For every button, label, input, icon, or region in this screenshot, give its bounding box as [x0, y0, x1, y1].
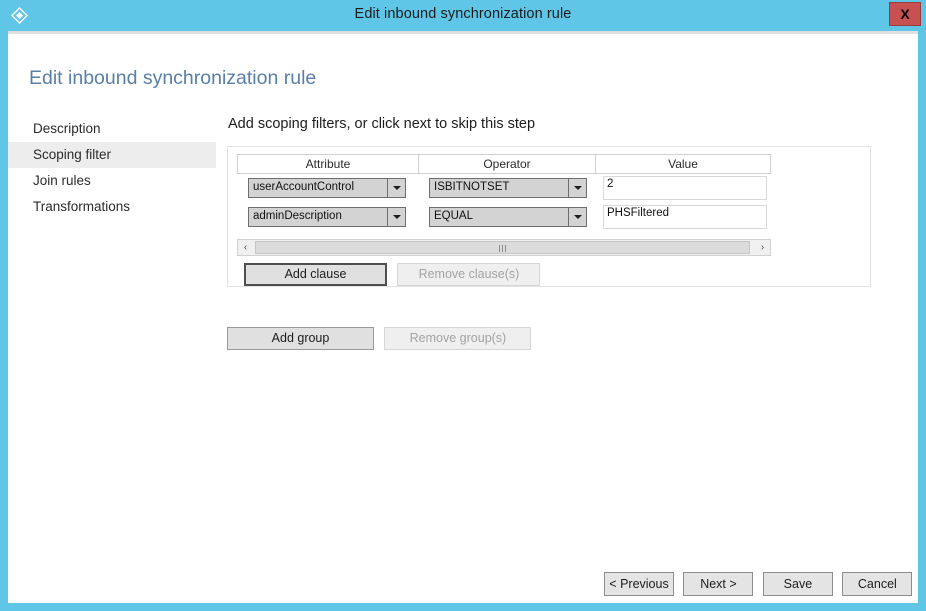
- add-group-button[interactable]: Add group: [227, 327, 374, 350]
- remove-clause-button: Remove clause(s): [397, 263, 541, 286]
- scroll-left-icon[interactable]: ‹: [238, 240, 253, 255]
- sidebar-item-label: Scoping filter: [33, 147, 112, 162]
- chevron-down-icon[interactable]: [387, 179, 405, 197]
- dialog-client-area: Edit inbound synchronization rule Descri…: [8, 31, 918, 603]
- operator-dropdown-value: ISBITNOTSET: [434, 181, 510, 193]
- group-button-row: Add group Remove group(s): [227, 327, 532, 350]
- add-clause-button[interactable]: Add clause: [244, 263, 387, 286]
- scrollbar-thumb[interactable]: [255, 241, 750, 254]
- cell-operator: ISBITNOTSET: [418, 174, 595, 198]
- operator-dropdown[interactable]: ISBITNOTSET: [429, 178, 587, 198]
- attribute-dropdown[interactable]: adminDescription: [248, 207, 406, 227]
- title-bar: Edit inbound synchronization rule X: [0, 0, 926, 31]
- cell-value: 2: [595, 174, 769, 200]
- remove-group-button: Remove group(s): [384, 327, 532, 350]
- sidebar-item-label: Transformations: [33, 199, 131, 214]
- sidebar-item-transformations[interactable]: Transformations: [8, 194, 216, 220]
- clause-button-row: Add clause Remove clause(s): [244, 263, 541, 286]
- next-button[interactable]: Next >: [683, 572, 754, 596]
- clause-grid: Attribute Operator Value userAccountCont…: [237, 154, 771, 232]
- attribute-dropdown-value: adminDescription: [253, 210, 342, 222]
- dialog-window: Edit inbound synchronization rule X Edit…: [0, 0, 926, 611]
- table-row: adminDescription EQUAL PHSFiltered: [237, 203, 771, 232]
- sidebar-item-description[interactable]: Description: [8, 116, 216, 142]
- value-input[interactable]: 2: [603, 176, 767, 200]
- table-row: userAccountControl ISBITNOTSET 2: [237, 174, 771, 203]
- horizontal-scrollbar[interactable]: ‹ ›: [237, 239, 771, 256]
- wizard-step-nav: Description Scoping filter Join rules Tr…: [8, 116, 216, 220]
- operator-dropdown[interactable]: EQUAL: [429, 207, 587, 227]
- clause-grid-header: Attribute Operator Value: [237, 154, 771, 174]
- column-header-attribute[interactable]: Attribute: [238, 155, 419, 173]
- window-title: Edit inbound synchronization rule: [354, 6, 572, 22]
- cell-value: PHSFiltered: [595, 203, 769, 229]
- value-input-text: PHSFiltered: [607, 207, 669, 219]
- page-title: Edit inbound synchronization rule: [29, 67, 317, 89]
- chevron-down-icon[interactable]: [568, 208, 586, 226]
- close-button[interactable]: X: [889, 2, 921, 26]
- previous-button[interactable]: < Previous: [604, 572, 674, 596]
- sidebar-item-scoping-filter[interactable]: Scoping filter: [8, 142, 216, 168]
- chevron-down-icon[interactable]: [387, 208, 405, 226]
- grip-icon: [498, 245, 507, 252]
- cell-attribute: adminDescription: [237, 203, 418, 227]
- cell-attribute: userAccountControl: [237, 174, 418, 198]
- value-input-text: 2: [607, 178, 614, 190]
- main-content: Add scoping filters, or click next to sk…: [227, 116, 907, 287]
- cancel-button[interactable]: Cancel: [842, 572, 913, 596]
- save-button[interactable]: Save: [762, 572, 833, 596]
- operator-dropdown-value: EQUAL: [434, 210, 473, 222]
- chevron-down-icon[interactable]: [568, 179, 586, 197]
- cell-operator: EQUAL: [418, 203, 595, 227]
- step-instruction: Add scoping filters, or click next to sk…: [228, 116, 536, 132]
- attribute-dropdown-value: userAccountControl: [253, 181, 354, 193]
- column-header-value[interactable]: Value: [596, 155, 770, 173]
- sidebar-item-label: Join rules: [33, 173, 91, 188]
- scroll-right-icon[interactable]: ›: [755, 240, 770, 255]
- sidebar-item-join-rules[interactable]: Join rules: [8, 168, 216, 194]
- sidebar-item-label: Description: [33, 121, 101, 136]
- column-header-operator[interactable]: Operator: [419, 155, 596, 173]
- wizard-button-row: < Previous Next > Save Cancel: [604, 572, 913, 596]
- value-input[interactable]: PHSFiltered: [603, 205, 767, 229]
- attribute-dropdown[interactable]: userAccountControl: [248, 178, 406, 198]
- scoping-group-panel: Attribute Operator Value userAccountCont…: [227, 146, 871, 287]
